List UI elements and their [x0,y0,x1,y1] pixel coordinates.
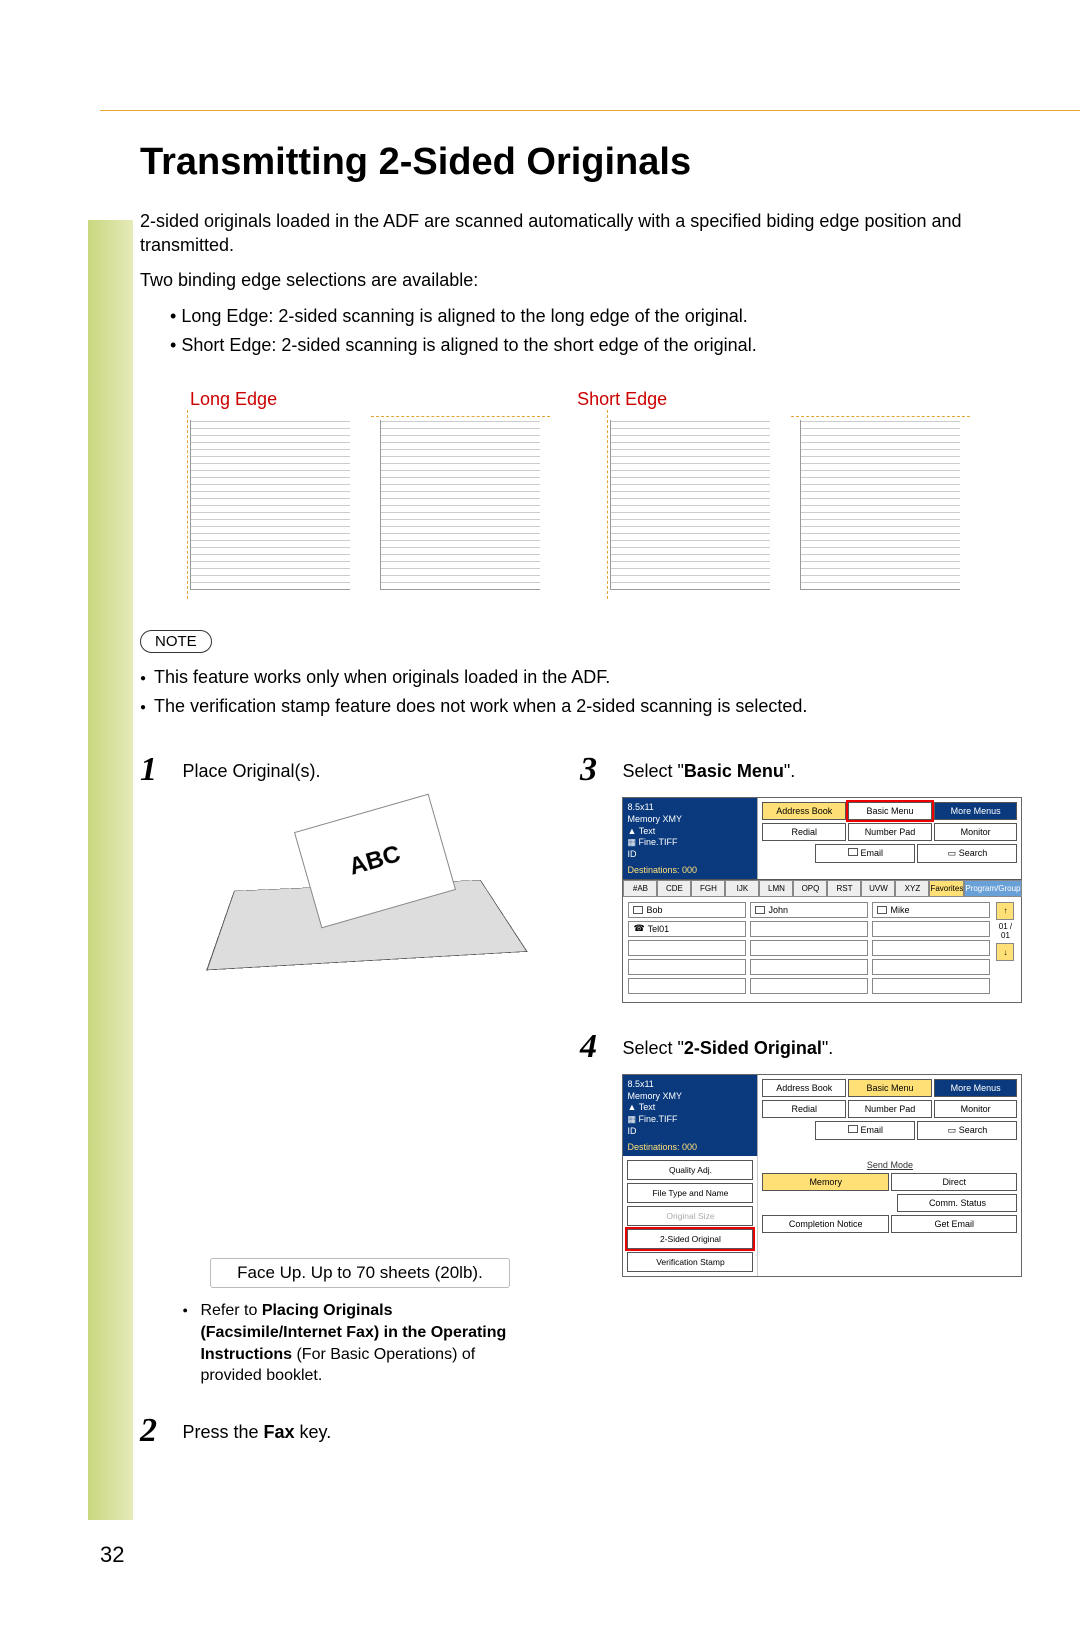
verification-stamp-button[interactable]: Verification Stamp [627,1252,753,1272]
tab-uvw[interactable]: UVW [861,880,895,897]
scroll-up-button[interactable]: ↑ [996,902,1014,920]
monitor-button[interactable]: Monitor [934,823,1018,841]
bullet-short-edge: Short Edge: 2-sided scanning is aligned … [170,331,980,360]
tab-ijk[interactable]: IJK [725,880,759,897]
email-button[interactable]: Email [815,844,915,863]
short-edge-label: Short Edge [577,389,667,410]
scroll-down-button[interactable]: ↓ [996,943,1014,961]
tab-ab[interactable]: #AB [623,880,657,897]
tab-cde[interactable]: CDE [657,880,691,897]
step-number: 3 [580,751,618,789]
tab-program-group[interactable]: Program/Group [964,880,1021,897]
contact-empty[interactable] [872,921,990,937]
more-menus-button[interactable]: More Menus [934,1079,1018,1097]
redial-button[interactable]: Redial [762,823,846,841]
two-sided-original-button[interactable]: 2-Sided Original [627,1229,753,1249]
mail-icon [633,906,643,914]
tab-favorites[interactable]: Favorites [929,880,964,897]
contact-empty[interactable] [872,940,990,956]
number-pad-button[interactable]: Number Pad [848,1100,932,1118]
page-number: 32 [100,1542,124,1568]
step-1-reference: Refer to Placing Originals (Facsimile/In… [182,1300,537,1386]
number-pad-button[interactable]: Number Pad [848,823,932,841]
adf-caption: Face Up. Up to 70 sheets (20lb). [210,1258,510,1288]
tab-fgh[interactable]: FGH [691,880,725,897]
mail-icon [877,906,887,914]
step-4-text: Select "2-Sided Original". [622,1036,977,1060]
lcd-panel-step4: 8.5x11 Memory XMY ▲ Text ▦ Fine.TIFF ID … [622,1074,1022,1276]
more-menus-button[interactable]: More Menus [934,802,1018,820]
contact-mike[interactable]: Mike [872,902,990,918]
contact-empty[interactable] [628,978,746,994]
mail-icon [755,906,765,914]
mail-icon [848,1125,858,1133]
search-button[interactable]: ▭ Search [917,1121,1017,1140]
search-button[interactable]: ▭ Search [917,844,1017,863]
contact-bob[interactable]: Bob [628,902,746,918]
comm-status-button[interactable]: Comm. Status [897,1194,1017,1212]
step-3-text: Select "Basic Menu". [622,759,977,783]
sidebar-label: Chapter 2 Basic Fax Transmission [50,280,88,1480]
completion-notice-button[interactable]: Completion Notice [762,1215,889,1233]
page-title: Transmitting 2-Sided Originals [140,141,980,184]
send-mode-label: Send Mode [762,1160,1017,1170]
long-edge-label: Long Edge [190,389,277,410]
address-book-button[interactable]: Address Book [762,802,846,820]
intro-paragraph-2: Two binding edge selections are availabl… [140,268,980,292]
contact-empty[interactable] [750,921,868,937]
panel-status: 8.5x11 Memory XMY ▲ Text ▦ Fine.TIFF ID … [623,1075,758,1155]
original-size-button[interactable]: Original Size [627,1206,753,1226]
panel-status: 8.5x11 Memory XMY ▲ Text ▦ Fine.TIFF ID … [623,798,758,878]
step-2: 2 Press the Fax key. [140,1412,540,1454]
alpha-tabs[interactable]: #AB CDE FGH IJK LMN OPQ RST UVW XYZ Favo… [623,879,1021,897]
contact-empty[interactable] [872,959,990,975]
step-3: 3 Select "Basic Menu". 8.5x11 Memory XMY… [580,751,980,1003]
memory-button[interactable]: Memory [762,1173,889,1191]
contact-empty[interactable] [750,978,868,994]
mail-icon [848,848,858,856]
note-item-2: The verification stamp feature does not … [140,692,980,721]
email-button[interactable]: Email [815,1121,915,1140]
contact-empty[interactable] [872,978,990,994]
contact-tel01[interactable]: ☎ Tel01 [628,921,746,937]
bullet-long-edge: Long Edge: 2-sided scanning is aligned t… [170,302,980,331]
note-badge: NOTE [140,630,212,653]
chapter-sidebar: Chapter 2 Basic Fax Transmission [88,220,133,1520]
step-number: 2 [140,1412,178,1450]
quality-adj-button[interactable]: Quality Adj. [627,1160,753,1180]
tab-rst[interactable]: RST [827,880,861,897]
intro-paragraph-1: 2-sided originals loaded in the ADF are … [140,209,980,258]
contact-empty[interactable] [628,940,746,956]
contact-empty[interactable] [750,959,868,975]
step-number: 1 [140,751,178,789]
step-number: 4 [580,1028,618,1066]
monitor-button[interactable]: Monitor [934,1100,1018,1118]
contact-empty[interactable] [750,940,868,956]
tab-xyz[interactable]: XYZ [895,880,929,897]
basic-menu-button[interactable]: Basic Menu [848,802,932,820]
step-4: 4 Select "2-Sided Original". 8.5x11 Memo… [580,1028,980,1277]
page-indicator: 01 / 01 [994,923,1016,941]
file-type-name-button[interactable]: File Type and Name [627,1183,753,1203]
step-1-text: Place Original(s). [182,759,537,783]
note-item-1: This feature works only when originals l… [140,663,980,692]
direct-button[interactable]: Direct [891,1173,1018,1191]
basic-menu-button[interactable]: Basic Menu [848,1079,932,1097]
get-email-button[interactable]: Get Email [891,1215,1018,1233]
contact-john[interactable]: John [750,902,868,918]
tab-lmn[interactable]: LMN [759,880,793,897]
binding-edge-diagrams [190,420,980,590]
contact-empty[interactable] [628,959,746,975]
adf-illustration: ABC [195,793,525,1023]
redial-button[interactable]: Redial [762,1100,846,1118]
step-1: 1 Place Original(s). ABC Face Up. Up to … [140,751,540,1387]
address-book-button[interactable]: Address Book [762,1079,846,1097]
tab-opq[interactable]: OPQ [793,880,827,897]
step-2-text: Press the Fax key. [182,1420,537,1444]
lcd-panel-step3: 8.5x11 Memory XMY ▲ Text ▦ Fine.TIFF ID … [622,797,1022,1002]
